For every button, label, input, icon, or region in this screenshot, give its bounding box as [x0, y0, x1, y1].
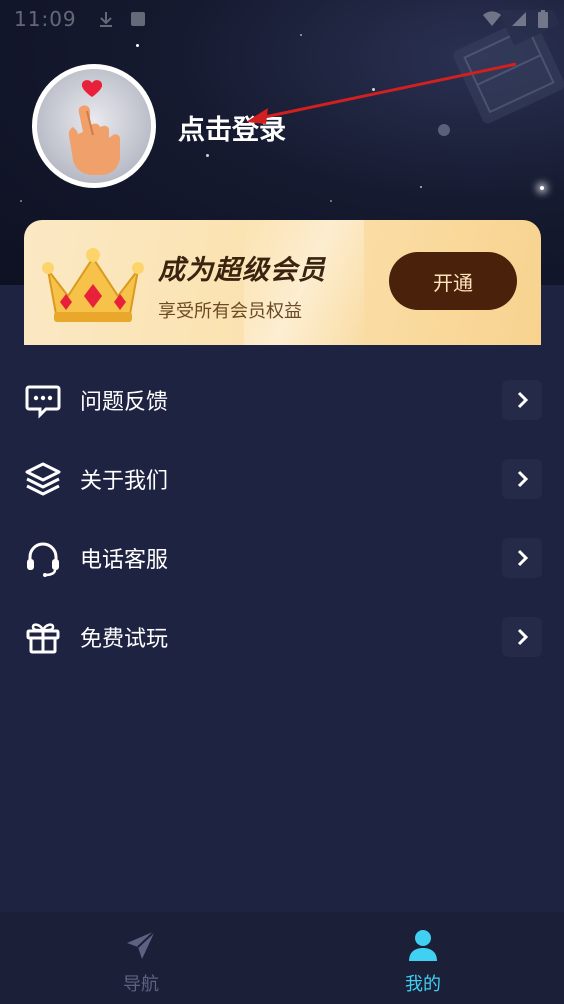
layers-icon: [25, 462, 61, 495]
status-time: 11:09: [14, 7, 77, 31]
menu-item-label: 关于我们: [80, 468, 169, 494]
menu-item-feedback[interactable]: 问题反馈: [0, 360, 564, 439]
avatar[interactable]: [32, 64, 156, 188]
annotation-arrow: [246, 62, 517, 124]
menu-item-free-trial[interactable]: 免费试玩: [0, 597, 564, 676]
vip-title: 成为超级会员: [158, 255, 326, 286]
headset-icon: [27, 542, 59, 577]
notification-icon: [130, 12, 145, 26]
paper-plane-icon: [127, 930, 156, 959]
vip-banner[interactable]: 成为超级会员 享受所有会员权益 开通: [24, 220, 541, 345]
bottom-nav: 导航 我的: [0, 912, 564, 1004]
chevron-right-icon[interactable]: [502, 379, 542, 420]
user-icon: [409, 930, 437, 961]
chat-bubble-icon: [25, 385, 61, 419]
menu-list: 问题反馈 关于我们 电话客服 免费试玩: [0, 360, 564, 676]
vip-subtitle: 享受所有会员权益: [158, 301, 302, 322]
signal-icon: [512, 12, 526, 26]
chevron-right-icon[interactable]: [502, 537, 542, 578]
menu-item-label: 免费试玩: [80, 626, 169, 652]
finger-heart-icon: [68, 80, 120, 175]
gift-icon: [26, 622, 60, 653]
tab-mine-label: 我的: [405, 974, 441, 995]
battery-icon: [538, 10, 548, 28]
crown-icon: [42, 248, 144, 322]
download-icon: [99, 12, 112, 27]
tab-mine[interactable]: 我的: [353, 912, 493, 1004]
open-vip-button[interactable]: 开通: [389, 252, 517, 310]
menu-item-label: 问题反馈: [80, 389, 169, 415]
chevron-right-icon[interactable]: [502, 458, 542, 499]
menu-item-phone-service[interactable]: 电话客服: [0, 518, 564, 597]
tab-navigation-label: 导航: [123, 974, 159, 995]
chevron-right-icon[interactable]: [502, 616, 542, 657]
status-bar: 11:09: [0, 0, 564, 38]
menu-item-about[interactable]: 关于我们: [0, 439, 564, 518]
tab-navigation[interactable]: 导航: [71, 912, 211, 1004]
menu-item-label: 电话客服: [80, 547, 169, 573]
wifi-icon: [483, 11, 501, 26]
